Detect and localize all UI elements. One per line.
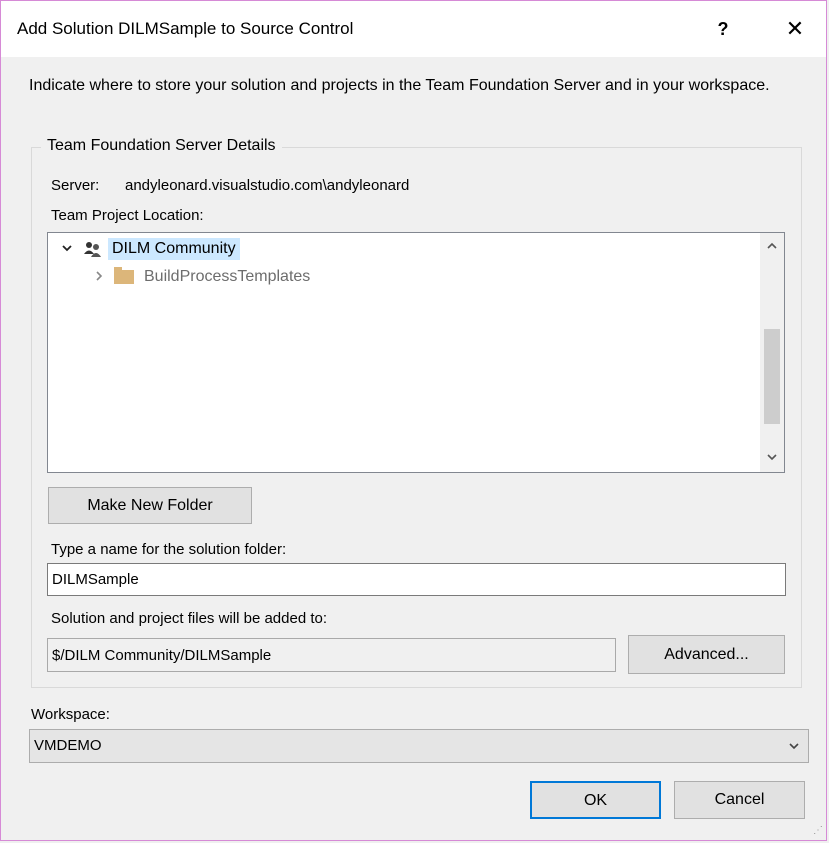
chevron-down-icon (788, 730, 800, 774)
add-to-source-control-dialog: Add Solution DILMSample to Source Contro… (0, 0, 827, 841)
tree-item-label: BuildProcessTemplates (144, 268, 311, 285)
scroll-up-icon[interactable] (760, 235, 784, 259)
tfs-details-group-title: Team Foundation Server Details (41, 137, 282, 155)
chevron-right-icon[interactable] (90, 270, 108, 285)
team-project-tree[interactable]: DILM Community BuildProcessTemplates (47, 232, 785, 473)
server-value: andyleonard.visualstudio.com\andyleonard (125, 177, 410, 194)
tree-item-dilm-community[interactable]: DILM Community (58, 236, 240, 262)
ok-button[interactable]: OK (530, 781, 661, 819)
target-path-label: Solution and project files will be added… (51, 610, 328, 627)
tree-item-label: DILM Community (108, 238, 240, 260)
make-new-folder-button[interactable]: Make New Folder (48, 487, 252, 524)
target-path-field[interactable] (47, 638, 616, 672)
tree-item-buildprocesstemplates[interactable]: BuildProcessTemplates (90, 264, 310, 290)
server-label: Server: (51, 177, 100, 194)
chevron-down-icon[interactable] (58, 242, 76, 257)
dialog-title: Add Solution DILMSample to Source Contro… (17, 19, 354, 38)
solution-folder-label: Type a name for the solution folder: (51, 541, 287, 558)
folder-icon (114, 267, 134, 284)
help-button[interactable]: ? (707, 11, 739, 47)
scroll-down-icon[interactable] (760, 446, 784, 470)
title-bar[interactable]: Add Solution DILMSample to Source Contro… (1, 1, 826, 57)
workspace-label: Workspace: (31, 706, 110, 723)
solution-folder-input[interactable] (47, 563, 786, 596)
cancel-button[interactable]: Cancel (674, 781, 805, 819)
team-project-location-label: Team Project Location: (51, 207, 204, 224)
team-project-icon (84, 241, 102, 257)
close-button[interactable]: ✕ (777, 11, 813, 47)
advanced-button[interactable]: Advanced... (628, 635, 785, 674)
workspace-selected-value: VMDEMO (34, 737, 102, 754)
tree-scrollbar[interactable] (760, 233, 784, 472)
instructions-text: Indicate where to store your solution an… (29, 77, 770, 94)
scrollbar-thumb[interactable] (764, 329, 780, 424)
workspace-select[interactable]: VMDEMO (29, 729, 809, 763)
resize-grip-icon[interactable]: ⋰ (813, 825, 823, 836)
